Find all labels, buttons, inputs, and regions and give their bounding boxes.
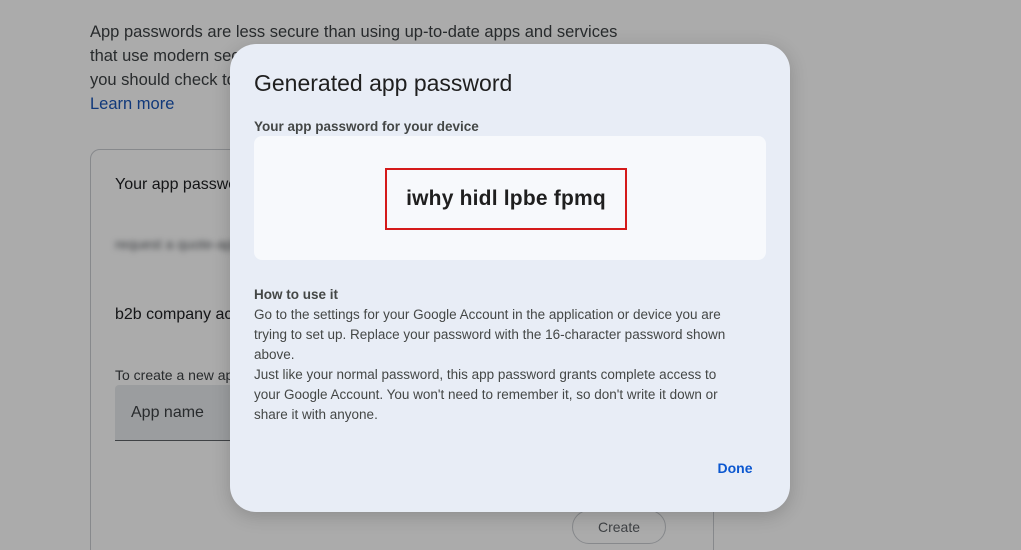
how-to-use-text: Go to the settings for your Google Accou… xyxy=(254,305,766,425)
dialog-subtitle: Your app password for your device xyxy=(254,119,479,134)
how-to-use-line: Just like your normal password, this app… xyxy=(254,367,717,382)
generated-password-dialog: Generated app password Your app password… xyxy=(230,44,790,512)
how-to-use-heading: How to use it xyxy=(254,287,338,302)
how-to-use-line: Go to the settings for your Google Accou… xyxy=(254,307,721,322)
app-password-value[interactable]: iwhy hidl lpbe fpmq xyxy=(406,187,606,211)
how-to-use-line: trying to set up. Replace your password … xyxy=(254,327,726,342)
how-to-use-line: share it with anyone. xyxy=(254,407,378,422)
dialog-title: Generated app password xyxy=(254,70,513,96)
done-button[interactable]: Done xyxy=(706,456,764,480)
how-to-use-line: above. xyxy=(254,347,295,362)
how-to-use-line: your Google Account. You won't need to r… xyxy=(254,387,718,402)
password-box: iwhy hidl lpbe fpmq xyxy=(254,136,766,260)
password-highlight: iwhy hidl lpbe fpmq xyxy=(385,168,627,230)
